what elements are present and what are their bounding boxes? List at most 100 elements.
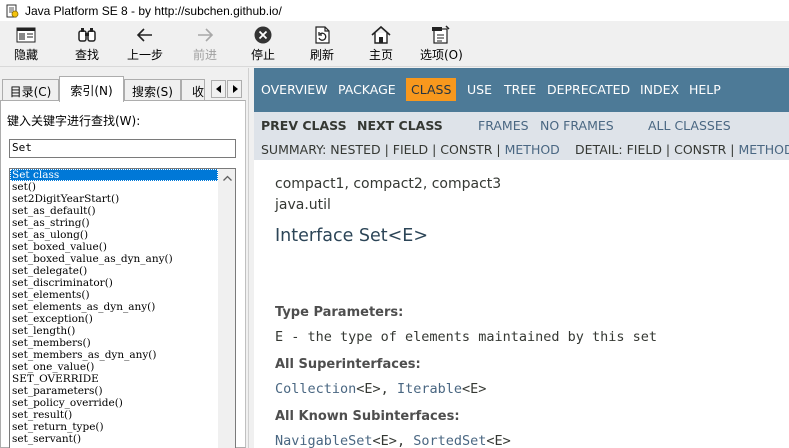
index-item[interactable]: set_result()	[10, 409, 218, 421]
iterable-generic: <E>	[461, 381, 487, 397]
nav-overview-link[interactable]: OVERVIEW	[261, 82, 328, 97]
tab-scroll-left-button[interactable]	[211, 80, 226, 98]
index-item[interactable]: set_as_string()	[10, 217, 218, 229]
find-icon	[76, 25, 98, 45]
index-item[interactable]: set_return_type()	[10, 421, 218, 433]
package-name: java.util	[275, 197, 331, 213]
triangle-left-icon	[215, 85, 221, 93]
nav-deprecated-link[interactable]: DEPRECATED	[547, 82, 630, 97]
superinterfaces-list: Collection<E>, Iterable<E>	[275, 381, 487, 397]
index-item[interactable]: set_length()	[10, 325, 218, 337]
index-item[interactable]: set_members_as_dyn_any()	[10, 349, 218, 361]
refresh-button[interactable]: 刷新	[310, 25, 334, 65]
next-class-link[interactable]: NEXT CLASS	[357, 118, 443, 133]
nav-class-active: CLASS	[406, 78, 457, 101]
iterable-link[interactable]: Iterable	[397, 381, 462, 397]
forward-arrow-icon	[194, 25, 216, 45]
index-item[interactable]: set_policy_override()	[10, 397, 218, 409]
help-document-icon	[6, 4, 19, 17]
options-icon	[430, 25, 452, 45]
index-item[interactable]: set_parameters()	[10, 385, 218, 397]
summary-links: SUMMARY: NESTED | FIELD | CONSTR | METHO…	[261, 142, 560, 157]
nav-tree-link[interactable]: TREE	[504, 82, 536, 97]
index-item[interactable]: set_discriminator()	[10, 277, 218, 289]
refresh-icon	[311, 25, 333, 45]
index-item[interactable]: set()	[10, 181, 218, 193]
frames-link[interactable]: FRAMES	[478, 118, 529, 133]
class-heading: Interface Set<E>	[275, 226, 429, 246]
sortedset-generic: <E>	[486, 433, 511, 448]
title-bar: Java Platform SE 8 - by http://subchen.g…	[0, 0, 789, 21]
index-item[interactable]: set_elements_as_dyn_any()	[10, 301, 218, 313]
nav-help-link[interactable]: HELP	[689, 82, 721, 97]
index-item[interactable]: set_as_ulong()	[10, 229, 218, 241]
index-item[interactable]: set_boxed_value()	[10, 241, 218, 253]
index-list[interactable]: Set class set() set2DigitYearStart() set_as…	[9, 168, 236, 448]
stop-icon	[252, 25, 274, 45]
no-frames-link[interactable]: NO FRAMES	[540, 118, 614, 133]
navigation-pane: 目录(C) 索引(N) 搜索(S) 收 键入关键字进行查找(W): Set Se…	[0, 68, 248, 448]
detail-prefix: DETAIL: FIELD | CONSTR |	[575, 142, 735, 157]
index-item[interactable]: set_servant()	[10, 433, 218, 445]
nav-tabs: 目录(C) 索引(N) 搜索(S) 收	[0, 76, 248, 102]
tab-contents[interactable]: 目录(C)	[2, 79, 59, 101]
tab-index[interactable]: 索引(N)	[59, 76, 124, 102]
document-view: OVERVIEW PACKAGE CLASS USE TREE DEPRECAT…	[254, 68, 789, 448]
tab-scroll-right-button[interactable]	[227, 80, 242, 98]
find-button[interactable]: 查找	[75, 25, 99, 65]
index-item[interactable]: set_boxed_value_as_dyn_any()	[10, 253, 218, 265]
type-params-desc: E - the type of elements maintained by t…	[275, 329, 658, 345]
summary-prefix: SUMMARY: NESTED | FIELD | CONSTR |	[261, 142, 501, 157]
collection-link[interactable]: Collection	[275, 381, 356, 397]
sortedset-link[interactable]: SortedSet	[413, 433, 486, 448]
index-item[interactable]: set2DigitYearStart()	[10, 193, 218, 205]
subinterfaces-label: All Known Subinterfaces:	[275, 409, 460, 424]
triangle-right-icon	[232, 85, 238, 93]
window-title: Java Platform SE 8 - by http://subchen.g…	[25, 3, 282, 18]
keyword-label: 键入关键字进行查找(W):	[7, 114, 141, 128]
sub-nav-bar: PREV CLASS NEXT CLASS FRAMES NO FRAMES A…	[254, 112, 789, 160]
nav-package-link[interactable]: PACKAGE	[338, 82, 396, 97]
stop-button[interactable]: 停止	[251, 25, 275, 65]
index-tab-panel: 键入关键字进行查找(W): Set Set class set() set2Digi…	[0, 100, 246, 448]
nav-use-link[interactable]: USE	[467, 82, 492, 97]
navigableset-generic: <E>	[372, 433, 397, 448]
chevron-up-icon	[223, 175, 232, 181]
tab-favorites[interactable]: 收	[181, 79, 205, 101]
back-arrow-icon	[134, 25, 156, 45]
subinterfaces-list: NavigableSet<E>, SortedSet<E>	[275, 433, 511, 448]
index-items: Set class set() set2DigitYearStart() set_as…	[10, 169, 218, 445]
all-classes-link[interactable]: ALL CLASSES	[648, 118, 731, 133]
nav-index-link[interactable]: INDEX	[640, 82, 679, 97]
toolbar: 隐藏 查找 上一步 前进 停止 刷新 主页 选项(O)	[0, 21, 789, 67]
scroll-up-button[interactable]	[219, 169, 235, 186]
options-button[interactable]: 选项(O)	[420, 25, 463, 65]
index-item[interactable]: set_elements()	[10, 289, 218, 301]
index-item[interactable]: Set class	[10, 169, 218, 181]
navigableset-link[interactable]: NavigableSet	[275, 433, 373, 448]
index-item[interactable]: set_exception()	[10, 313, 218, 325]
index-item[interactable]: SET_OVERRIDE	[10, 373, 218, 385]
top-nav-bar: OVERVIEW PACKAGE CLASS USE TREE DEPRECAT…	[254, 68, 789, 112]
hide-pane-icon	[15, 25, 37, 45]
hide-button[interactable]: 隐藏	[14, 25, 38, 65]
tab-search[interactable]: 搜索(S)	[124, 79, 181, 101]
home-button[interactable]: 主页	[369, 25, 393, 65]
back-button[interactable]: 上一步	[127, 25, 163, 65]
index-scrollbar[interactable]	[218, 169, 235, 448]
type-params-label: Type Parameters:	[275, 305, 404, 320]
collection-generic: <E>	[356, 381, 381, 397]
index-item[interactable]: set_one_value()	[10, 361, 218, 373]
index-item[interactable]: set_delegate()	[10, 265, 218, 277]
index-item[interactable]: set_as_default()	[10, 205, 218, 217]
forward-button[interactable]: 前进	[193, 25, 217, 65]
superinterfaces-label: All Superinterfaces:	[275, 357, 421, 372]
home-icon	[370, 25, 392, 45]
detail-links: DETAIL: FIELD | CONSTR | METHOD	[575, 142, 789, 157]
keyword-input[interactable]: Set	[9, 139, 236, 158]
profiles-text: compact1, compact2, compact3	[275, 176, 502, 192]
summary-method-link[interactable]: METHOD	[505, 142, 560, 157]
index-item[interactable]: set_members()	[10, 337, 218, 349]
prev-class-link[interactable]: PREV CLASS	[261, 118, 347, 133]
detail-method-link[interactable]: METHOD	[738, 142, 789, 157]
